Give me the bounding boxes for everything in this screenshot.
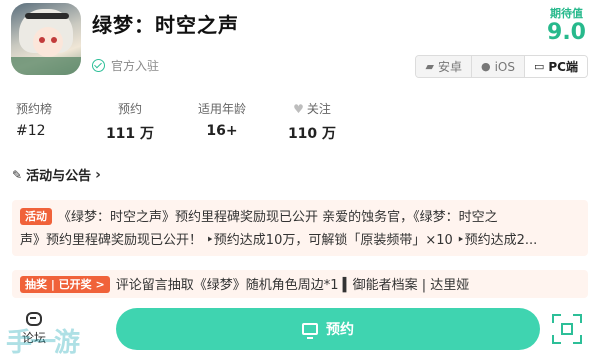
monitor-icon: ▭	[533, 60, 545, 73]
official-label: 官方入驻	[111, 59, 160, 73]
qr-scan-icon[interactable]	[552, 314, 582, 344]
forum-label: 论坛	[21, 331, 46, 345]
chevron-right-icon: ›	[95, 166, 101, 183]
comment-icon	[26, 312, 42, 326]
platform-pc-button[interactable]: ▭ PC端	[524, 56, 587, 77]
stat-follow[interactable]: ♥ 关注 110 万	[286, 100, 338, 143]
stat-label: 适用年龄	[197, 102, 246, 116]
stat-value: 111 万	[105, 126, 155, 142]
expect-label: 期待值	[550, 7, 583, 20]
activity-section-link[interactable]: ✎ 活动与公告 ›	[12, 165, 101, 185]
platform-label: PC端	[548, 60, 578, 74]
app-header: 绿梦：时空之声 官方入驻 期待值 9.0 ▰ 安卓 ● iOS ▭ PC端	[0, 0, 600, 88]
expect-score: 期待值 9.0	[547, 5, 586, 45]
heart-icon: ♥	[293, 101, 304, 116]
stat-reservations: 预约 111 万	[104, 100, 156, 143]
activity-text-line2: 声》预约里程碑奖励现已公开！ ‣预约达成10万，可解锁「原装频带」×10 ‣预约…	[20, 233, 538, 248]
apple-icon: ●	[480, 60, 491, 73]
lottery-text: 评论留言抽取《绿梦》随机角色周边*1 ▍御能者档案 | 达里娅	[115, 278, 470, 293]
stat-rank[interactable]: 预约榜 #12	[16, 100, 52, 139]
stat-label: 预约榜	[16, 102, 53, 116]
platform-ios-button[interactable]: ● iOS	[471, 56, 525, 77]
android-icon: ▰	[425, 60, 434, 73]
app-title: 绿梦：时空之声	[92, 13, 239, 37]
monitor-icon	[302, 323, 318, 339]
verified-check-icon	[92, 59, 105, 72]
stat-label: 关注	[306, 102, 331, 116]
stat-label: 预约	[117, 102, 142, 116]
activity-text-line1: 《绿梦：时空之声》预约里程碑奖励现已公开 亲爱的蚀务官，《绿梦：时空之	[58, 210, 498, 225]
reserve-label: 预约	[326, 322, 354, 338]
activity-tag: 活动	[20, 208, 52, 225]
bottom-bar: 论坛 手一游 预约	[0, 298, 600, 358]
app-icon[interactable]	[11, 3, 81, 75]
lottery-tag: 抽奖 | 已开奖 >	[20, 276, 110, 293]
reserve-button[interactable]: 预约	[116, 308, 540, 350]
pin-icon: ✎	[12, 167, 23, 182]
stat-value: 110 万	[287, 126, 337, 142]
platform-tabs: ▰ 安卓 ● iOS ▭ PC端	[415, 55, 588, 78]
lottery-card[interactable]: 抽奖 | 已开奖 > 评论留言抽取《绿梦》随机角色周边*1 ▍御能者档案 | 达里…	[12, 270, 588, 298]
stat-value: 16+	[206, 123, 238, 139]
platform-android-button[interactable]: ▰ 安卓	[416, 56, 472, 77]
platform-label: 安卓	[437, 60, 462, 74]
stat-value: #12	[16, 123, 46, 139]
official-badge: 官方入驻	[92, 57, 159, 74]
stat-age: 适用年龄 16+	[192, 100, 252, 139]
activity-card[interactable]: 活动 《绿梦：时空之声》预约里程碑奖励现已公开 亲爱的蚀务官，《绿梦：时空之 声》…	[12, 200, 588, 256]
expect-value: 9.0	[547, 20, 586, 45]
section-title: 活动与公告	[26, 169, 92, 184]
stats-row: 预约榜 #12 预约 111 万 适用年龄 16+ ♥ 关注 110 万	[0, 100, 600, 143]
platform-label: iOS	[494, 59, 515, 74]
forum-button[interactable]: 论坛	[10, 312, 58, 356]
